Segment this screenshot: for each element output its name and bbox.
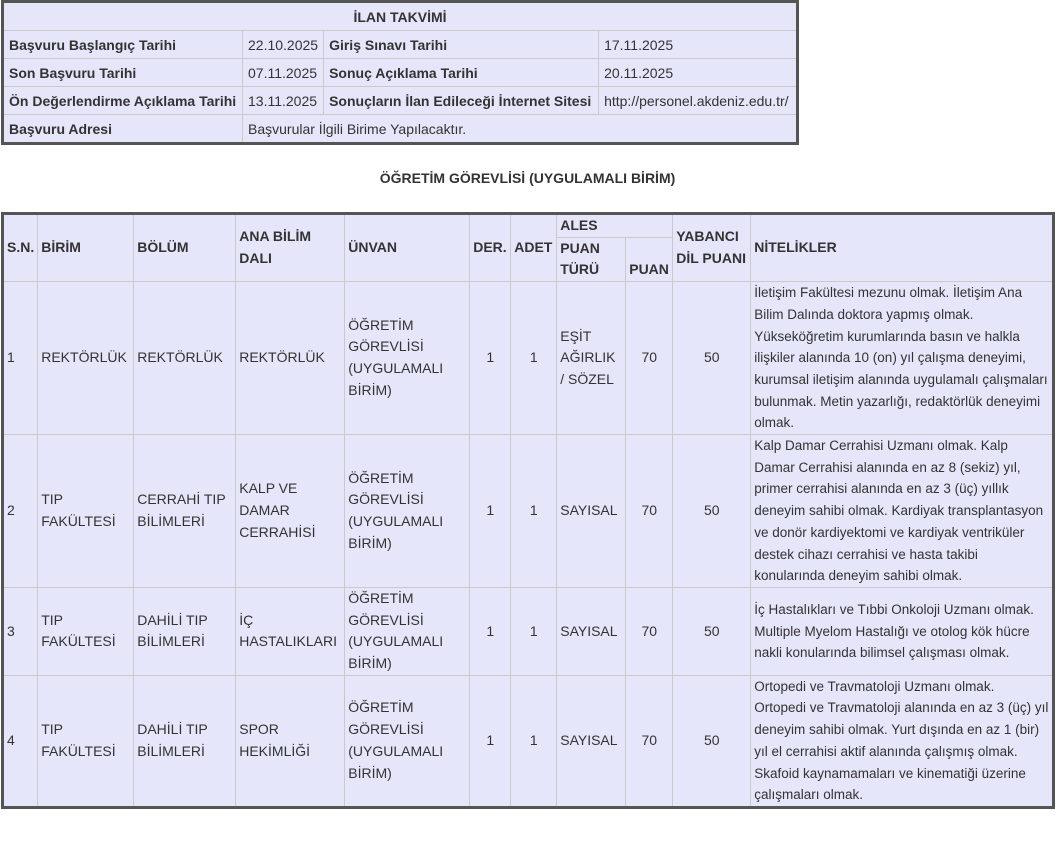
table-row: 4 TIP FAKÜLTESİ DAHİLİ TIP BİLİMLERİ SPO… [1, 674, 1054, 808]
header-ales: ALES [556, 213, 674, 238]
table-row: 3 TIP FAKÜLTESİ DAHİLİ TIP BİLİMLERİ İÇ … [1, 586, 1054, 676]
cell-adet: 1 [510, 281, 558, 436]
cell-adet: 1 [510, 434, 558, 588]
calendar-row: Ön Değerlendirme Açıklama Tarihi 13.11.2… [2, 86, 798, 115]
cell-puan-turu: EŞİT AĞIRLIK / SÖZEL [556, 281, 627, 436]
calendar-value: 07.11.2025 [241, 58, 325, 87]
calendar-value: 20.11.2025 [598, 58, 798, 87]
calendar-key: Sonuç Açıklama Tarihi [323, 58, 600, 87]
cell-puan: 70 [625, 281, 674, 436]
table-row: 2 TIP FAKÜLTESİ CERRAHİ TIP BİLİMLERİ KA… [1, 434, 1054, 588]
cell-nitelikler: İç Hastalıkları ve Tıbbi Onkoloji Uzmanı… [750, 586, 1054, 676]
calendar-key: Sonuçların İlan Edileceği İnternet Sites… [323, 86, 600, 115]
cell-der: 1 [469, 281, 512, 436]
cell-der: 1 [469, 586, 512, 676]
cell-birim: REKTÖRLÜK [37, 281, 135, 436]
cell-yabanci: 50 [672, 281, 752, 436]
cell-nitelikler: İletişim Fakültesi mezunu olmak. İletişi… [750, 281, 1054, 436]
cell-adet: 1 [510, 674, 558, 808]
calendar-key: Giriş Sınavı Tarihi [323, 30, 600, 59]
header-nitelikler: NİTELİKLER [750, 212, 1054, 283]
cell-puan-turu: SAYISAL [556, 586, 627, 676]
cell-puan: 70 [625, 674, 674, 808]
cell-bolum: CERRAHİ TIP BİLİMLERİ [133, 434, 237, 588]
calendar-key: Başvuru Başlangıç Tarihi [2, 30, 243, 59]
header-adet: ADET [510, 212, 558, 283]
cell-bolum: DAHİLİ TIP BİLİMLERİ [133, 674, 237, 808]
cell-birim: TIP FAKÜLTESİ [37, 674, 135, 808]
cell-yabanci: 50 [672, 674, 752, 808]
cell-anabilim: REKTÖRLÜK [235, 281, 346, 436]
section-heading: ÖĞRETİM GÖREVLİSİ (UYGULAMALI BİRİM) [379, 170, 676, 186]
calendar-row: Başvuru Başlangıç Tarihi 22.10.2025 Giri… [2, 30, 798, 59]
website-link[interactable]: http://personel.akdeniz.edu.tr/ [598, 86, 798, 115]
header-yabanci: YABANCI DİL PUANI [672, 212, 752, 283]
cell-bolum: REKTÖRLÜK [133, 281, 237, 436]
address-label: Başvuru Adresi [2, 114, 243, 144]
header-puan-turu: PUAN TÜRÜ [556, 236, 627, 283]
calendar-title: İLAN TAKVİMİ [2, 1, 798, 31]
header-anabilim: ANA BİLİM DALI [235, 212, 346, 283]
cell-adet: 1 [510, 586, 558, 676]
cell-bolum: DAHİLİ TIP BİLİMLERİ [133, 586, 237, 676]
cell-anabilim: KALP VE DAMAR CERRAHİSİ [235, 434, 346, 588]
positions-table: S.N. BİRİM BÖLÜM ANA BİLİM DALI ÜNVAN DE… [1, 212, 1055, 809]
header-unvan: ÜNVAN [344, 212, 471, 283]
header-puan: PUAN [625, 236, 674, 283]
cell-puan-turu: SAYISAL [556, 674, 627, 808]
cell-yabanci: 50 [672, 434, 752, 588]
calendar-key: Son Başvuru Tarihi [2, 58, 243, 87]
cell-anabilim: İÇ HASTALIKLARI [235, 586, 346, 676]
cell-der: 1 [469, 434, 512, 588]
cell-unvan: ÖĞRETİM GÖREVLİSİ (UYGULAMALI BİRİM) [344, 586, 471, 676]
cell-unvan: ÖĞRETİM GÖREVLİSİ (UYGULAMALI BİRİM) [344, 674, 471, 808]
cell-nitelikler: Ortopedi ve Travmatoloji Uzmanı olmak. O… [750, 674, 1054, 808]
header-row: S.N. BİRİM BÖLÜM ANA BİLİM DALI ÜNVAN DE… [1, 212, 1054, 283]
cell-puan: 70 [625, 586, 674, 676]
calendar-key: Ön Değerlendirme Açıklama Tarihi [2, 86, 243, 115]
cell-anabilim: SPOR HEKİMLİĞİ [235, 674, 346, 808]
cell-yabanci: 50 [672, 586, 752, 676]
calendar-value: 22.10.2025 [241, 30, 325, 59]
cell-der: 1 [469, 674, 512, 808]
cell-sn: 4 [1, 674, 39, 808]
cell-puan-turu: SAYISAL [556, 434, 627, 588]
calendar-table: İLAN TAKVİMİ Başvuru Başlangıç Tarihi 22… [1, 0, 799, 145]
calendar-value: 13.11.2025 [241, 86, 325, 115]
header-sn: S.N. [1, 212, 39, 283]
calendar-row: Son Başvuru Tarihi 07.11.2025 Sonuç Açık… [2, 58, 798, 87]
calendar-row: Başvuru Adresi Başvurular İlgili Birime … [2, 114, 798, 144]
cell-unvan: ÖĞRETİM GÖREVLİSİ (UYGULAMALI BİRİM) [344, 281, 471, 436]
cell-sn: 1 [1, 281, 39, 436]
cell-unvan: ÖĞRETİM GÖREVLİSİ (UYGULAMALI BİRİM) [344, 434, 471, 588]
calendar-value: 17.11.2025 [598, 30, 798, 59]
cell-sn: 2 [1, 434, 39, 588]
cell-puan: 70 [625, 434, 674, 588]
header-der: DER. [469, 212, 512, 283]
address-value: Başvurular İlgili Birime Yapılacaktır. [242, 114, 798, 144]
header-bolum: BÖLÜM [133, 212, 237, 283]
cell-nitelikler: Kalp Damar Cerrahisi Uzmanı olmak. Kalp … [750, 434, 1054, 588]
table-row: 1 REKTÖRLÜK REKTÖRLÜK REKTÖRLÜK ÖĞRETİM … [1, 281, 1054, 436]
cell-sn: 3 [1, 586, 39, 676]
cell-birim: TIP FAKÜLTESİ [37, 586, 135, 676]
header-birim: BİRİM [37, 212, 135, 283]
cell-birim: TIP FAKÜLTESİ [37, 434, 135, 588]
